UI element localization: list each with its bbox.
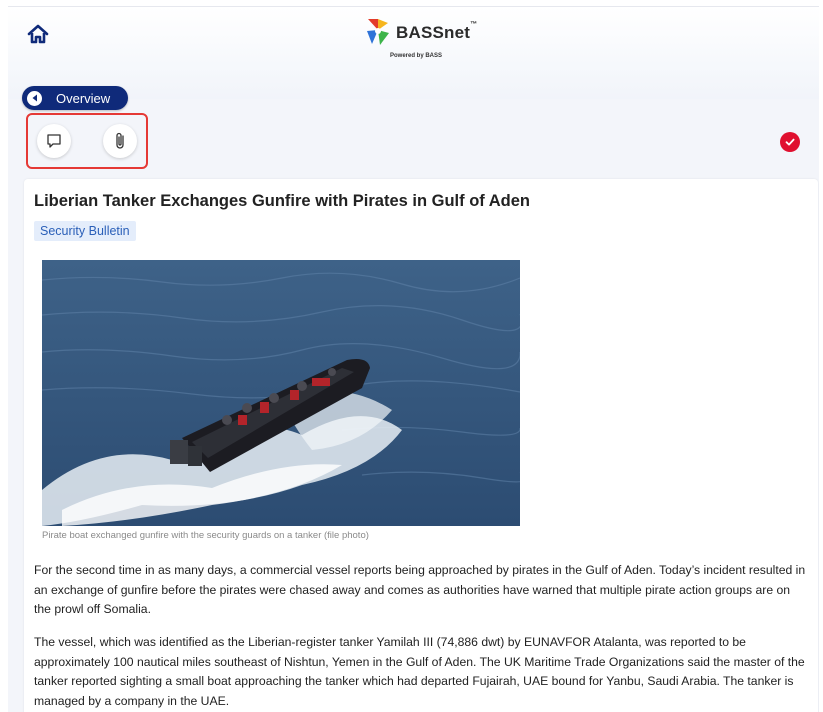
article-title: Liberian Tanker Exchanges Gunfire with P… xyxy=(34,192,531,210)
attachment-button[interactable] xyxy=(103,124,137,158)
article-paragraph: For the second time in as many days, a c… xyxy=(34,563,806,616)
chevron-left-icon xyxy=(27,90,42,106)
check-circle-icon xyxy=(785,138,795,146)
comment-button[interactable] xyxy=(37,124,71,158)
status-check-button[interactable] xyxy=(780,132,800,152)
bassnet-logo-mark xyxy=(367,19,389,45)
article-card: Liberian Tanker Exchanges Gunfire with P… xyxy=(24,179,818,712)
article-image xyxy=(42,260,520,526)
article-paragraph: The vessel, which was identified as the … xyxy=(34,635,805,708)
bassnet-logo: BASSnet™ Powered by BASS xyxy=(364,17,494,63)
article-action-toolbar xyxy=(26,113,148,169)
brand-name: BASSnet™ xyxy=(396,21,478,42)
paperclip-icon xyxy=(116,132,124,149)
category-tag[interactable]: Security Bulletin xyxy=(34,221,136,241)
overview-label: Overview xyxy=(56,90,111,106)
overview-back-button[interactable]: Overview xyxy=(22,86,128,110)
powered-by-label: Powered by BASS xyxy=(390,53,443,59)
image-caption: Pirate boat exchanged gunfire with the s… xyxy=(42,530,369,541)
app-header: BASSnet™ Powered by BASS xyxy=(8,7,819,99)
app-window: BASSnet™ Powered by BASS Overview Liberi… xyxy=(8,6,819,712)
comment-icon xyxy=(47,134,61,148)
home-button[interactable] xyxy=(26,23,50,45)
home-icon xyxy=(27,24,49,44)
